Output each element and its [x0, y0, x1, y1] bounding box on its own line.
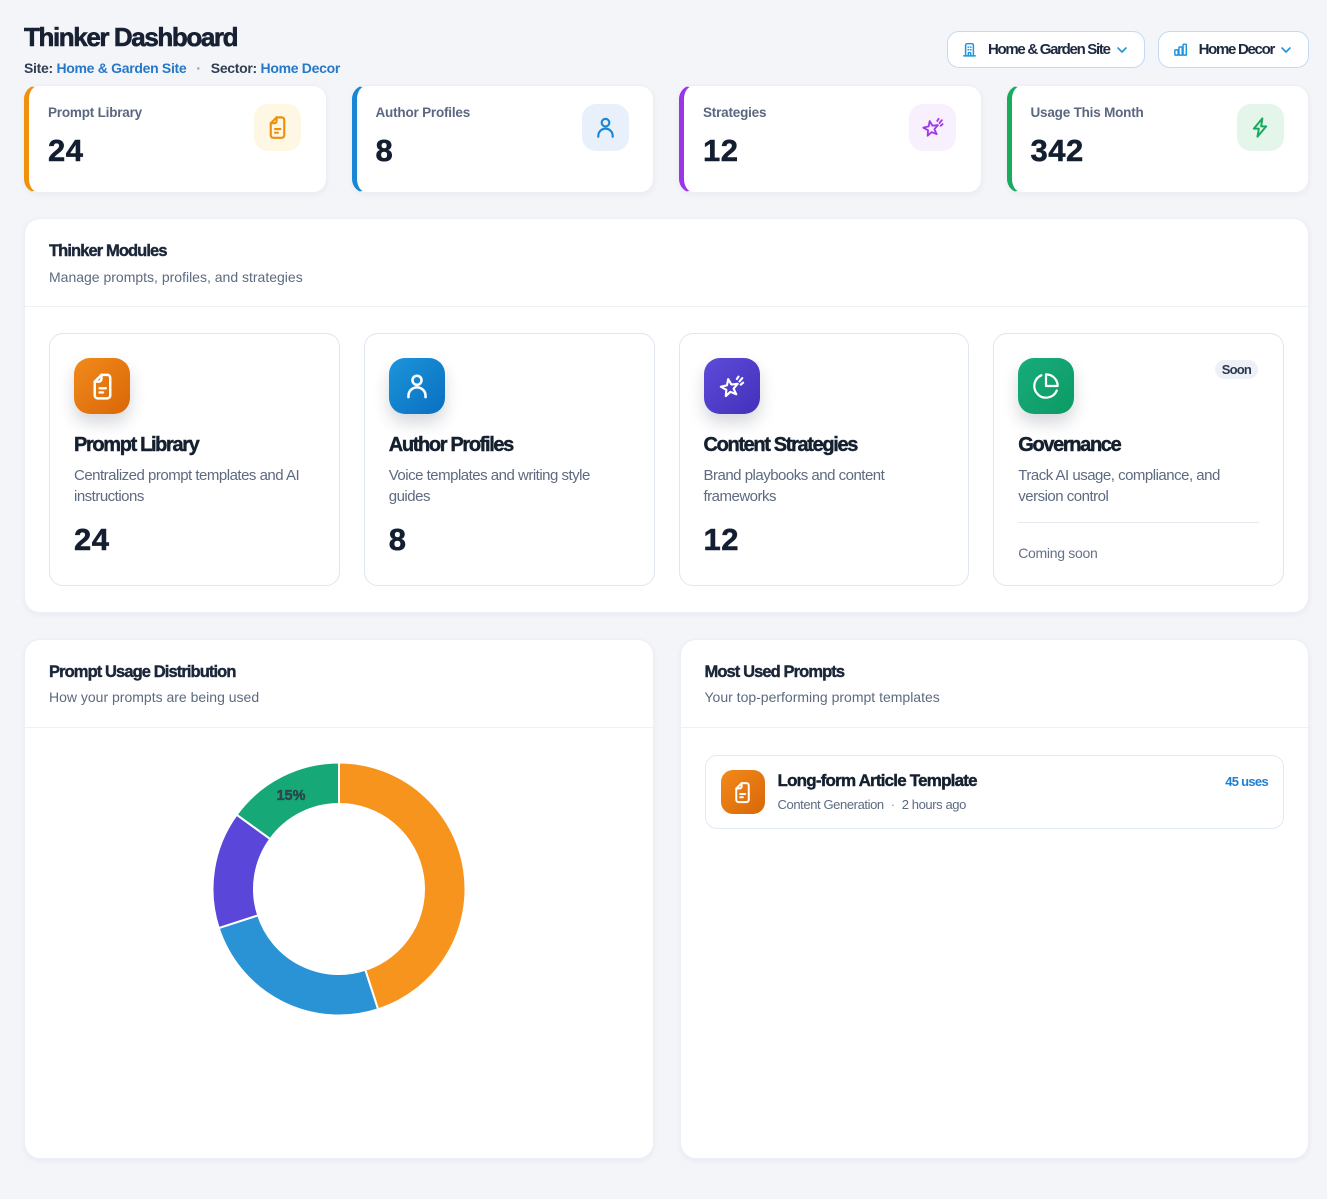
svg-text:15%: 15% [276, 788, 305, 804]
